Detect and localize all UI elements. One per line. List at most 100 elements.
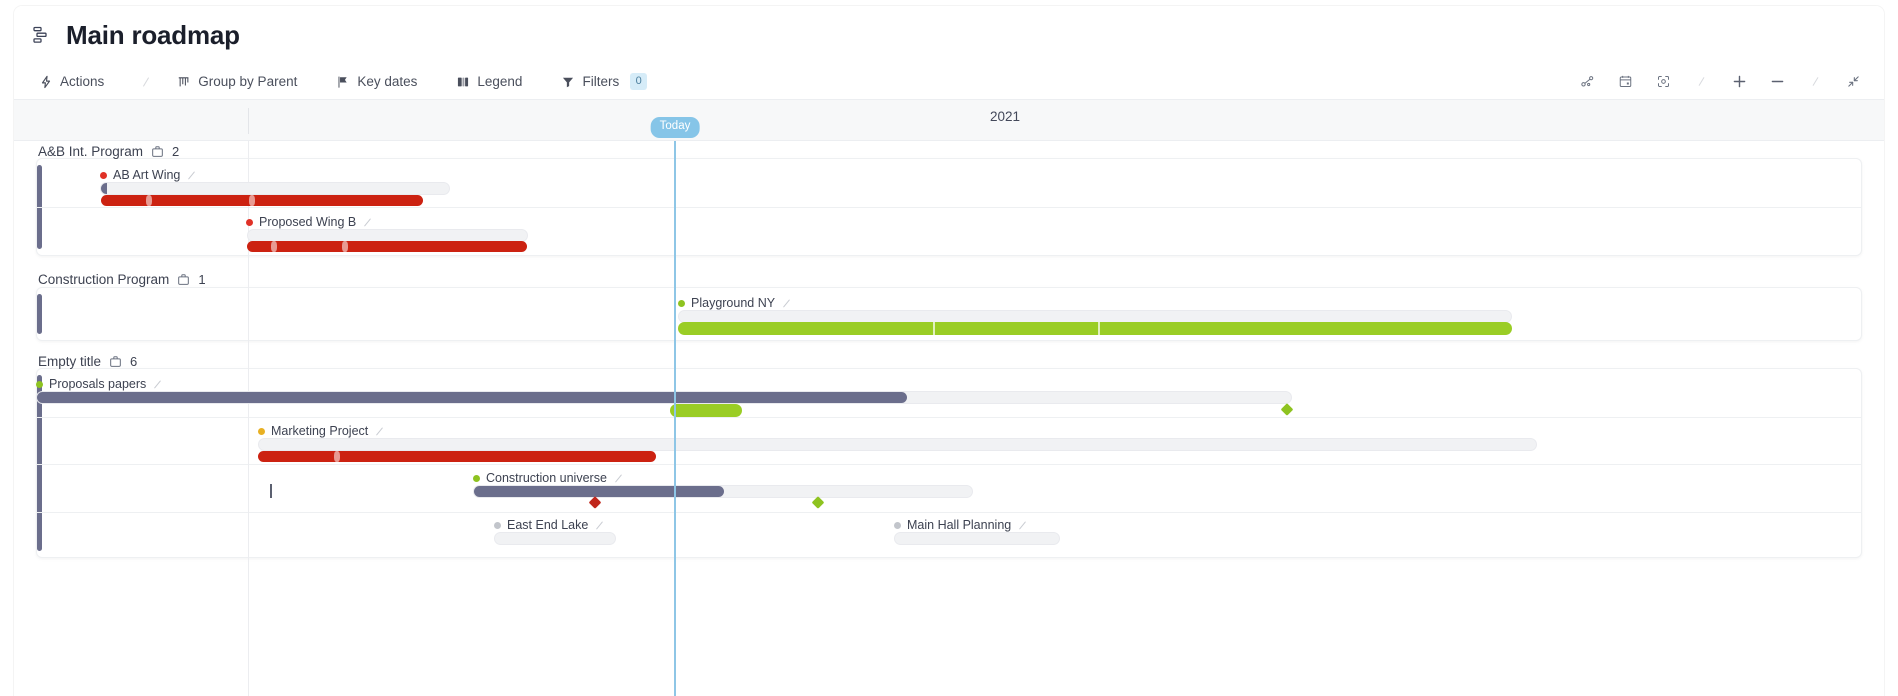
- edit-pencil-icon[interactable]: [374, 426, 385, 437]
- toolbar-key-dates-button[interactable]: Key dates: [331, 70, 429, 93]
- task-rollup-bar[interactable]: [247, 241, 527, 252]
- rollup-end-dot: [646, 452, 656, 461]
- toolbar-filters-button[interactable]: Filters 0: [556, 69, 659, 94]
- timeline-year-label: 2021: [989, 109, 1021, 124]
- title-bar: Main roadmap: [14, 6, 1884, 64]
- toolbar-actions-label: Actions: [60, 74, 105, 89]
- task-track-bar[interactable]: [894, 532, 1060, 545]
- task-label[interactable]: Proposed Wing B: [246, 215, 373, 229]
- briefcase-icon: [177, 273, 190, 286]
- task-label[interactable]: Playground NY: [678, 296, 792, 310]
- task-status-dot: [246, 218, 253, 226]
- task-solid-bar[interactable]: [670, 404, 742, 417]
- edit-pencil-icon[interactable]: [1017, 520, 1028, 531]
- flag-icon: [335, 74, 350, 89]
- toolbar-group-by-parent-label: Group by Parent: [198, 74, 298, 89]
- filters-count-badge: 0: [630, 73, 648, 90]
- edit-pencil-icon[interactable]: [594, 520, 605, 531]
- toolbar-left-group: Actions Group by Parent Key dates Legend…: [34, 69, 681, 94]
- toolbar-filters-label: Filters: [582, 74, 620, 89]
- solid-bar-segment-marker: [933, 322, 935, 335]
- task-label[interactable]: AB Art Wing: [100, 168, 197, 182]
- task-name: Construction universe: [486, 471, 607, 485]
- roadmap-icon: [32, 25, 52, 45]
- task-label[interactable]: Construction universe: [473, 471, 624, 485]
- timeline-scale-row: 2021 Today: [14, 100, 1884, 141]
- rollup-segment-marker: [249, 195, 255, 206]
- roadmap-window: Main roadmap Actions Group by Parent Key…: [14, 6, 1884, 696]
- group-header[interactable]: A&B Int. Program 2: [38, 144, 179, 159]
- rollup-segment-marker: [334, 451, 340, 462]
- calendar-icon[interactable]: [1610, 69, 1640, 95]
- task-progress-fill: [37, 392, 907, 403]
- edit-pencil-icon[interactable]: [781, 298, 792, 309]
- toolbar-right-group: [1564, 69, 1868, 95]
- task-label[interactable]: East End Lake: [494, 518, 605, 532]
- edit-pencil-icon[interactable]: [362, 217, 373, 228]
- task-status-dot: [678, 299, 685, 307]
- task-rollup-bar[interactable]: [258, 451, 656, 462]
- task-label[interactable]: Proposals papers: [36, 377, 163, 391]
- today-badge[interactable]: Today: [650, 117, 700, 138]
- group-item-count: 1: [198, 272, 206, 287]
- task-status-dot: [473, 474, 480, 482]
- lightning-icon: [38, 74, 53, 89]
- toolbar-legend-button[interactable]: Legend: [451, 70, 534, 93]
- row-divider: [37, 512, 1861, 513]
- task-track-bar[interactable]: [100, 182, 450, 195]
- collapse-arrows-icon[interactable]: [1838, 69, 1868, 95]
- task-label[interactable]: Main Hall Planning: [894, 518, 1028, 532]
- group-item-count: 6: [130, 354, 138, 369]
- focus-frame-icon[interactable]: [1648, 69, 1678, 95]
- group-columns-icon: [176, 74, 191, 89]
- toolbar-key-dates-label: Key dates: [357, 74, 418, 89]
- row-divider: [37, 207, 1861, 208]
- group-accent-bar: [37, 294, 42, 334]
- rollup-segment-marker: [342, 241, 348, 252]
- task-status-dot: [894, 521, 901, 529]
- group-title: Construction Program: [38, 272, 170, 287]
- briefcase-icon: [151, 145, 164, 158]
- task-name: Main Hall Planning: [907, 518, 1012, 532]
- share-nodes-icon[interactable]: [1572, 69, 1602, 95]
- edit-pencil-icon[interactable]: [613, 473, 624, 484]
- group-header[interactable]: Empty title 6: [38, 354, 137, 369]
- task-track-bar[interactable]: [473, 485, 973, 498]
- briefcase-icon: [109, 355, 122, 368]
- task-progress-fill: [101, 183, 107, 194]
- toolbar-actions-button[interactable]: Actions: [34, 70, 116, 93]
- text-caret: [270, 484, 272, 498]
- task-track-bar[interactable]: [258, 438, 1537, 451]
- group-item-count: 2: [172, 144, 180, 159]
- toolbar-legend-label: Legend: [477, 74, 523, 89]
- toolbar-group-by-parent-button[interactable]: Group by Parent: [172, 70, 309, 93]
- task-status-dot: [494, 521, 501, 529]
- task-track-bar[interactable]: [36, 391, 1292, 404]
- row-divider: [37, 417, 1861, 418]
- row-divider: [37, 464, 1861, 465]
- task-solid-bar[interactable]: [678, 322, 1512, 335]
- task-name: Proposals papers: [49, 377, 147, 391]
- gantt-chart-body: A&B Int. Program 2 AB Art Wing Proposed Win…: [14, 141, 1884, 696]
- funnel-icon: [560, 74, 575, 89]
- task-status-dot: [36, 380, 43, 388]
- page-title: Main roadmap: [66, 19, 240, 50]
- group-header[interactable]: Construction Program 1: [38, 272, 206, 287]
- group-title: A&B Int. Program: [38, 144, 144, 159]
- zoom-in-plus-icon[interactable]: [1724, 69, 1754, 95]
- edit-pencil-icon[interactable]: [186, 170, 197, 181]
- task-track-bar[interactable]: [494, 532, 616, 545]
- task-status-dot: [100, 171, 107, 179]
- book-icon: [455, 74, 470, 89]
- rollup-segment-marker: [146, 195, 152, 206]
- task-name: AB Art Wing: [113, 168, 181, 182]
- solid-bar-segment-marker: [1098, 322, 1100, 335]
- task-rollup-bar[interactable]: [101, 195, 423, 206]
- timeline-tick: [248, 108, 249, 134]
- rollup-end-dot: [413, 196, 423, 205]
- edit-pencil-icon[interactable]: [152, 379, 163, 390]
- group-title: Empty title: [38, 354, 102, 369]
- zoom-out-minus-icon[interactable]: [1762, 69, 1792, 95]
- task-label[interactable]: Marketing Project: [258, 424, 385, 438]
- toolbar: Actions Group by Parent Key dates Legend…: [14, 64, 1884, 100]
